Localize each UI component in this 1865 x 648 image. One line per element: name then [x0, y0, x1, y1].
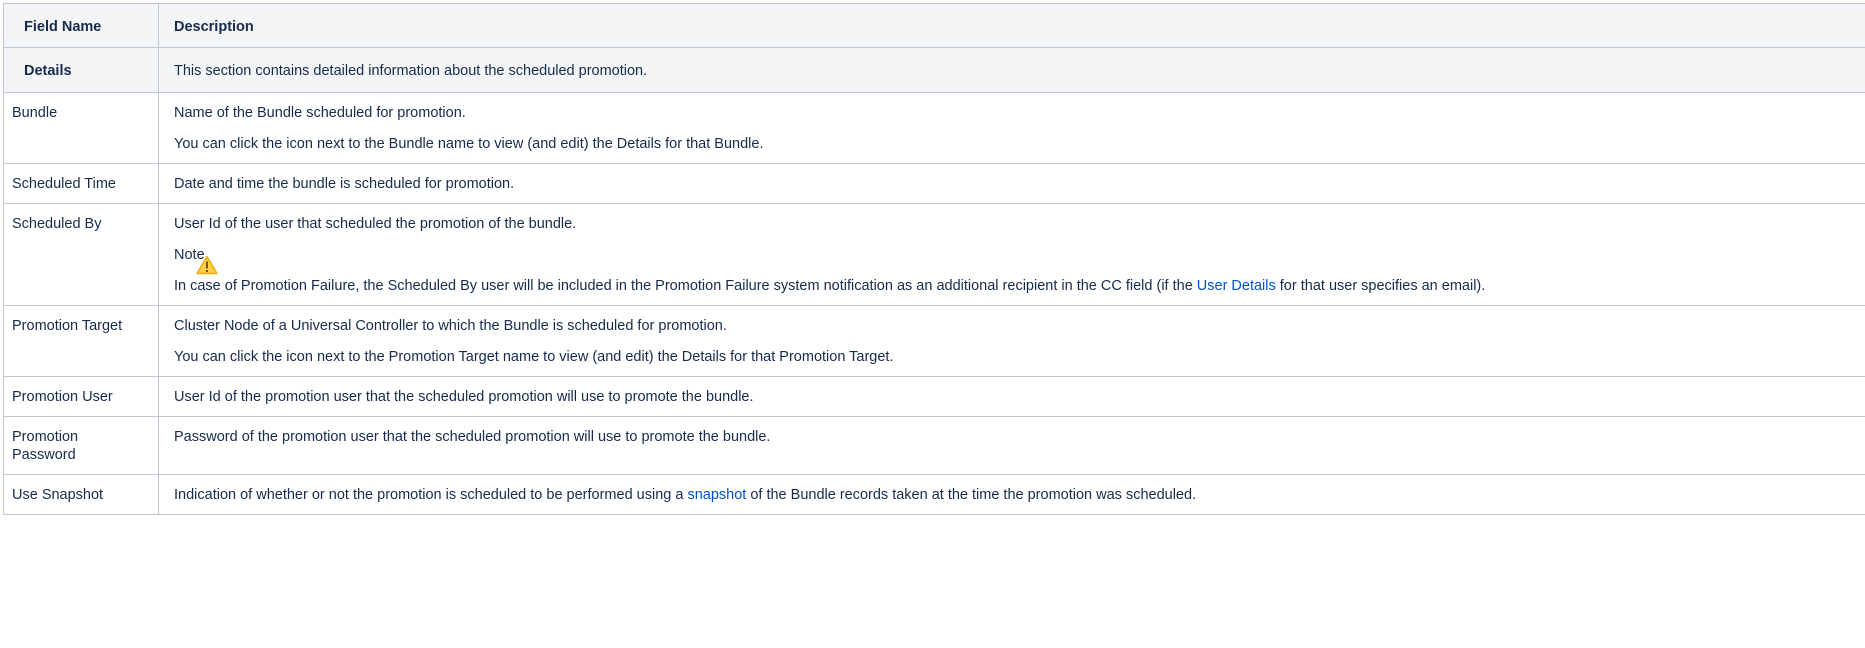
field-name-scheduled-time: Scheduled Time	[3, 163, 159, 204]
description-text: You can click the icon next to the Promo…	[174, 349, 894, 365]
snapshot-text-after: of the Bundle records taken at the time …	[746, 487, 1197, 503]
field-name-bundle: Bundle	[3, 92, 159, 164]
note-panel: Note In case of Promotion Failure, the S…	[174, 246, 1859, 295]
user-details-link[interactable]: User Details	[1197, 278, 1276, 294]
description-text: Name of the Bundle scheduled for promoti…	[174, 105, 466, 121]
field-description-use-snapshot: Indication of whether or not the promoti…	[158, 474, 1865, 515]
table-header-row: Field Name Description	[3, 3, 1865, 48]
field-description-promotion-target: Cluster Node of a Universal Controller t…	[158, 305, 1865, 377]
table-row-promotion-target: Promotion Target Cluster Node of a Unive…	[3, 305, 1865, 377]
table-row-promotion-user: Promotion User User Id of the promotion …	[3, 376, 1865, 417]
section-name: Details	[3, 47, 159, 93]
field-name-promotion-password: Promotion Password	[3, 416, 159, 475]
snapshot-text-before: Indication of whether or not the promoti…	[174, 487, 688, 503]
table-row-scheduled-time: Scheduled Time Date and time the bundle …	[3, 163, 1865, 204]
description-text: Password of the promotion user that the …	[174, 429, 771, 445]
description-text: Cluster Node of a Universal Controller t…	[174, 318, 727, 334]
field-name-promotion-target: Promotion Target	[3, 305, 159, 377]
note-text-before: In case of Promotion Failure, the Schedu…	[174, 278, 1197, 294]
field-name-promotion-user: Promotion User	[3, 376, 159, 417]
field-description-bundle: Name of the Bundle scheduled for promoti…	[158, 92, 1865, 164]
field-description-scheduled-time: Date and time the bundle is scheduled fo…	[158, 163, 1865, 204]
field-name-scheduled-by: Scheduled By	[3, 203, 159, 306]
description-header: Description	[158, 3, 1865, 48]
table-row-use-snapshot: Use Snapshot Indication of whether or no…	[3, 474, 1865, 515]
section-description: This section contains detailed informati…	[158, 47, 1865, 93]
field-name-use-snapshot: Use Snapshot	[3, 474, 159, 515]
table-row-bundle: Bundle Name of the Bundle scheduled for …	[3, 92, 1865, 164]
field-description-promotion-user: User Id of the promotion user that the s…	[158, 376, 1865, 417]
field-name-header: Field Name	[3, 3, 159, 48]
description-text: Date and time the bundle is scheduled fo…	[174, 176, 515, 192]
note-text-after: for that user specifies an email).	[1275, 278, 1486, 294]
note-title: Note	[174, 246, 1859, 275]
snapshot-link[interactable]: snapshot	[687, 487, 746, 503]
field-description-table: Field Name Description Details This sect…	[3, 3, 1865, 515]
description-text: Indication of whether or not the promoti…	[174, 486, 1859, 504]
note-body: In case of Promotion Failure, the Schedu…	[174, 277, 1859, 295]
description-text: You can click the icon next to the Bundl…	[174, 136, 764, 152]
field-description-scheduled-by: User Id of the user that scheduled the p…	[158, 203, 1865, 306]
warning-icon	[196, 255, 218, 275]
table-row-promotion-password: Promotion Password Password of the promo…	[3, 416, 1865, 475]
section-row-details: Details This section contains detailed i…	[3, 47, 1865, 93]
table-row-scheduled-by: Scheduled By User Id of the user that sc…	[3, 203, 1865, 306]
description-text: User Id of the user that scheduled the p…	[174, 216, 577, 232]
field-description-promotion-password: Password of the promotion user that the …	[158, 416, 1865, 475]
description-text: User Id of the promotion user that the s…	[174, 389, 754, 405]
